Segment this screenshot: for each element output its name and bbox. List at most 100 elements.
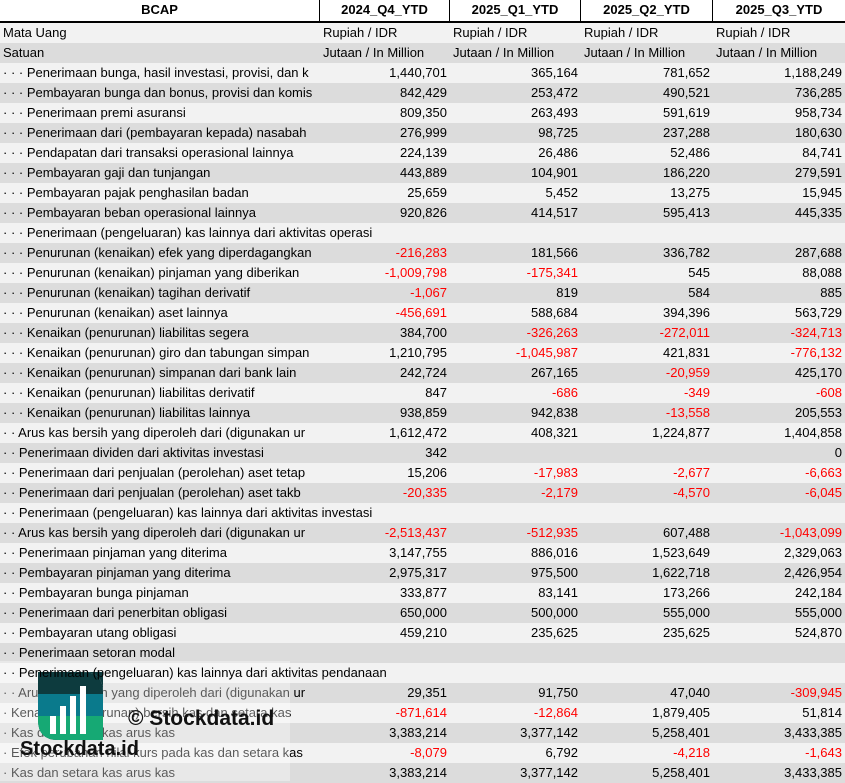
- value-cell[interactable]: 1,404,858: [713, 423, 845, 443]
- value-cell[interactable]: -871,614: [320, 703, 450, 723]
- row-label[interactable]: · · Penerimaan (pengeluaran) kas lainnya…: [0, 663, 387, 683]
- value-cell[interactable]: 88,088: [713, 263, 845, 283]
- row-label[interactable]: · · · Penerimaan dari (pembayaran kepada…: [0, 123, 320, 143]
- value-cell[interactable]: -4,218: [581, 743, 713, 763]
- value-cell[interactable]: 173,266: [581, 583, 713, 603]
- row-label[interactable]: · · Pembayaran utang obligasi: [0, 623, 320, 643]
- value-cell[interactable]: -776,132: [713, 343, 845, 363]
- value-cell[interactable]: 938,859: [320, 403, 450, 423]
- value-cell[interactable]: 47,040: [581, 683, 713, 703]
- value-cell[interactable]: 98,725: [450, 123, 581, 143]
- cell[interactable]: Jutaan / In Million: [450, 43, 581, 63]
- value-cell[interactable]: 3,383,214: [320, 763, 450, 783]
- value-cell[interactable]: 2,329,063: [713, 543, 845, 563]
- value-cell[interactable]: 588,684: [450, 303, 581, 323]
- value-cell[interactable]: [450, 663, 581, 683]
- row-label[interactable]: · · · Penurunan (kenaikan) aset lainnya: [0, 303, 320, 323]
- row-label[interactable]: · · · Kenaikan (penurunan) simpanan dari…: [0, 363, 320, 383]
- value-cell[interactable]: -456,691: [320, 303, 450, 323]
- value-cell[interactable]: 336,782: [581, 243, 713, 263]
- value-cell[interactable]: 25,659: [320, 183, 450, 203]
- value-cell[interactable]: 1,188,249: [713, 63, 845, 83]
- value-cell[interactable]: 1,224,877: [581, 423, 713, 443]
- value-cell[interactable]: 443,889: [320, 163, 450, 183]
- cell[interactable]: Jutaan / In Million: [713, 43, 845, 63]
- value-cell[interactable]: 242,184: [713, 583, 845, 603]
- value-cell[interactable]: 555,000: [581, 603, 713, 623]
- header-period[interactable]: 2024_Q4_YTD: [320, 0, 450, 21]
- value-cell[interactable]: -216,283: [320, 243, 450, 263]
- value-cell[interactable]: -17,983: [450, 463, 581, 483]
- value-cell[interactable]: [713, 503, 845, 523]
- value-cell[interactable]: [450, 643, 581, 663]
- row-label[interactable]: · · · Pendapatan dari transaksi operasio…: [0, 143, 320, 163]
- value-cell[interactable]: [581, 663, 713, 683]
- value-cell[interactable]: 263,493: [450, 103, 581, 123]
- row-label[interactable]: · · Penerimaan setoran modal: [0, 643, 320, 663]
- row-label[interactable]: · · · Kenaikan (penurunan) giro dan tabu…: [0, 343, 320, 363]
- value-cell[interactable]: 237,288: [581, 123, 713, 143]
- value-cell[interactable]: 51,814: [713, 703, 845, 723]
- value-cell[interactable]: 333,877: [320, 583, 450, 603]
- value-cell[interactable]: [713, 663, 845, 683]
- value-cell[interactable]: [581, 223, 713, 243]
- value-cell[interactable]: 975,500: [450, 563, 581, 583]
- value-cell[interactable]: 847: [320, 383, 450, 403]
- row-label[interactable]: · · Pembayaran pinjaman yang diterima: [0, 563, 320, 583]
- value-cell[interactable]: 545: [581, 263, 713, 283]
- value-cell[interactable]: 83,141: [450, 583, 581, 603]
- value-cell[interactable]: [581, 503, 713, 523]
- value-cell[interactable]: 1,210,795: [320, 343, 450, 363]
- value-cell[interactable]: 52,486: [581, 143, 713, 163]
- value-cell[interactable]: -6,663: [713, 463, 845, 483]
- value-cell[interactable]: 500,000: [450, 603, 581, 623]
- value-cell[interactable]: 279,591: [713, 163, 845, 183]
- value-cell[interactable]: 15,945: [713, 183, 845, 203]
- row-label[interactable]: · · · Kenaikan (penurunan) liabilitas de…: [0, 383, 320, 403]
- row-label[interactable]: · · · Pembayaran gaji dan tunjangan: [0, 163, 320, 183]
- value-cell[interactable]: -349: [581, 383, 713, 403]
- row-label[interactable]: · · · Penurunan (kenaikan) efek yang dip…: [0, 243, 320, 263]
- value-cell[interactable]: 342: [320, 443, 450, 463]
- value-cell[interactable]: 3,147,755: [320, 543, 450, 563]
- value-cell[interactable]: -1,643: [713, 743, 845, 763]
- row-label[interactable]: · · · Pembayaran beban operasional lainn…: [0, 203, 320, 223]
- value-cell[interactable]: [713, 643, 845, 663]
- cell[interactable]: Rupiah / IDR: [581, 23, 713, 43]
- value-cell[interactable]: 3,433,385: [713, 763, 845, 783]
- value-cell[interactable]: 421,831: [581, 343, 713, 363]
- value-cell[interactable]: 1,612,472: [320, 423, 450, 443]
- header-period[interactable]: 2025_Q1_YTD: [450, 0, 581, 21]
- value-cell[interactable]: 394,396: [581, 303, 713, 323]
- value-cell[interactable]: 242,724: [320, 363, 450, 383]
- value-cell[interactable]: [320, 643, 450, 663]
- cell[interactable]: Rupiah / IDR: [450, 23, 581, 43]
- value-cell[interactable]: 819: [450, 283, 581, 303]
- value-cell[interactable]: 3,433,385: [713, 723, 845, 743]
- value-cell[interactable]: 3,377,142: [450, 763, 581, 783]
- row-label[interactable]: · · Penerimaan dari penerbitan obligasi: [0, 603, 320, 623]
- value-cell[interactable]: -20,959: [581, 363, 713, 383]
- value-cell[interactable]: 267,165: [450, 363, 581, 383]
- row-label[interactable]: · · Penerimaan (pengeluaran) kas lainnya…: [0, 503, 372, 523]
- row-label[interactable]: · · Pembayaran bunga pinjaman: [0, 583, 320, 603]
- row-label[interactable]: · · Penerimaan dari penjualan (perolehan…: [0, 463, 320, 483]
- value-cell[interactable]: 29,351: [320, 683, 450, 703]
- value-cell[interactable]: 235,625: [450, 623, 581, 643]
- value-cell[interactable]: -2,677: [581, 463, 713, 483]
- value-cell[interactable]: -1,045,987: [450, 343, 581, 363]
- value-cell[interactable]: 104,901: [450, 163, 581, 183]
- header-ticker[interactable]: BCAP: [0, 0, 320, 21]
- value-cell[interactable]: [581, 643, 713, 663]
- value-cell[interactable]: 563,729: [713, 303, 845, 323]
- value-cell[interactable]: 736,285: [713, 83, 845, 103]
- value-cell[interactable]: 920,826: [320, 203, 450, 223]
- value-cell[interactable]: 365,164: [450, 63, 581, 83]
- header-period[interactable]: 2025_Q2_YTD: [581, 0, 713, 21]
- value-cell[interactable]: 595,413: [581, 203, 713, 223]
- value-cell[interactable]: 842,429: [320, 83, 450, 103]
- value-cell[interactable]: -1,009,798: [320, 263, 450, 283]
- value-cell[interactable]: 650,000: [320, 603, 450, 623]
- value-cell[interactable]: 5,258,401: [581, 763, 713, 783]
- value-cell[interactable]: 591,619: [581, 103, 713, 123]
